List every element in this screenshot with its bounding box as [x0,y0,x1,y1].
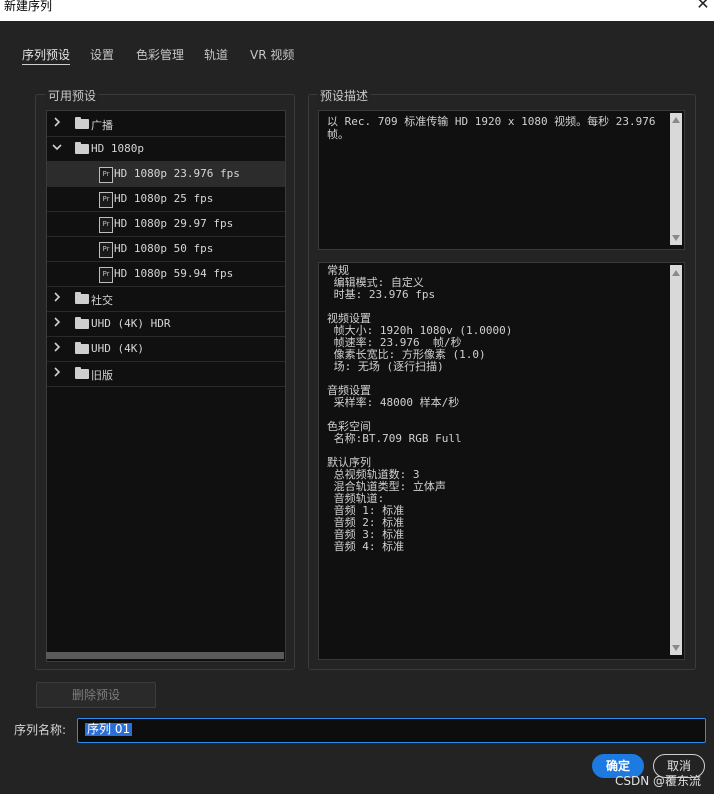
chevron-right-icon[interactable] [51,366,63,378]
tree-preset-hd-1080p-2997[interactable]: Pr HD 1080p 29.97 fps [47,211,285,237]
tree-folder-uhd-4k[interactable]: UHD (4K) [47,336,285,362]
tab-color-management[interactable]: 色彩管理 [136,46,184,63]
premiere-preset-icon: Pr [99,167,113,183]
tree-folder-uhd-4k-hdr[interactable]: UHD (4K) HDR [47,311,285,337]
tree-item-label: 广播 [91,119,113,132]
premiere-preset-icon: Pr [99,242,113,258]
preset-details-textbox[interactable]: 常规 编辑模式: 自定义 时基: 23.976 fps 视频设置 帧大小: 19… [318,262,685,660]
description-scrollbar[interactable] [670,113,682,245]
tree-item-label: UHD (4K) HDR [91,317,171,330]
sequence-name-label: 序列名称: [14,723,67,737]
description-text: 以 Rec. 709 标准传输 HD 1920 x 1080 视频。每秒 23.… [327,115,656,141]
window-title: 新建序列 [4,0,53,13]
tree-item-label: HD 1080p 50 fps [114,242,214,255]
tree-preset-hd-1080p-5994[interactable]: Pr HD 1080p 59.94 fps [47,261,285,287]
preset-description-title: 预设描述 [318,87,371,104]
folder-icon [75,317,89,329]
tab-vr-video[interactable]: VR 视频 [250,46,294,63]
details-scrollbar[interactable] [670,265,682,655]
tree-item-label: HD 1080p 59.94 fps [114,267,234,280]
available-presets-title: 可用预设 [46,87,99,104]
sequence-name-value: 序列 01 [85,722,133,736]
scroll-down-arrow-icon[interactable] [672,645,680,651]
tree-preset-hd-1080p-25[interactable]: Pr HD 1080p 25 fps [47,186,285,212]
tree-item-label: 旧版 [91,369,113,382]
tab-sequence-presets[interactable]: 序列预设 [22,46,71,65]
tree-item-label: HD 1080p 25 fps [114,192,214,205]
chevron-right-icon[interactable] [51,341,63,353]
description-textbox[interactable]: 以 Rec. 709 标准传输 HD 1920 x 1080 视频。每秒 23.… [318,110,685,250]
chevron-right-icon[interactable] [51,316,63,328]
tree-preset-hd-1080p-50[interactable]: Pr HD 1080p 50 fps [47,236,285,262]
chevron-right-icon[interactable] [51,116,63,128]
tree-folder-broadcast[interactable]: 广播 [47,111,285,137]
tree-horizontal-scrollbar[interactable] [46,652,284,659]
tree-folder-social[interactable]: 社交 [47,286,285,312]
premiere-preset-icon: Pr [99,267,113,283]
scroll-up-arrow-icon[interactable] [672,270,680,276]
preset-tree[interactable]: 广播 HD 1080p Pr HD 1080p 23.976 fps Pr HD… [46,110,286,662]
tree-item-label: HD 1080p [91,142,144,155]
folder-icon [75,117,89,129]
chevron-down-icon[interactable] [51,141,63,153]
tree-item-label: 社交 [91,294,113,307]
tab-settings[interactable]: 设置 [90,46,114,63]
folder-icon [75,342,89,354]
preset-details-text: 常规 编辑模式: 自定义 时基: 23.976 fps 视频设置 帧大小: 19… [327,264,513,553]
chevron-right-icon[interactable] [51,291,63,303]
delete-preset-button[interactable]: 删除预设 [36,682,156,708]
tree-folder-hd-1080p[interactable]: HD 1080p [47,136,285,162]
watermark: CSDN @覆东流 [615,774,702,788]
sequence-name-input[interactable]: 序列 01 [77,718,706,743]
scroll-down-arrow-icon[interactable] [672,235,680,241]
tree-item-label: UHD (4K) [91,342,144,355]
tree-item-label: HD 1080p 23.976 fps [114,167,240,180]
folder-icon [75,367,89,379]
close-icon[interactable]: ✕ [692,0,714,12]
tree-folder-legacy[interactable]: 旧版 [47,361,285,387]
premiere-preset-icon: Pr [99,192,113,208]
tab-tracks[interactable]: 轨道 [204,46,228,63]
folder-icon [75,292,89,304]
scroll-up-arrow-icon[interactable] [672,117,680,123]
title-bar: 新建序列 ✕ [0,0,714,21]
tree-item-label: HD 1080p 29.97 fps [114,217,234,230]
folder-icon [75,142,89,154]
tree-preset-hd-1080p-23976[interactable]: Pr HD 1080p 23.976 fps [47,161,285,187]
premiere-preset-icon: Pr [99,217,113,233]
